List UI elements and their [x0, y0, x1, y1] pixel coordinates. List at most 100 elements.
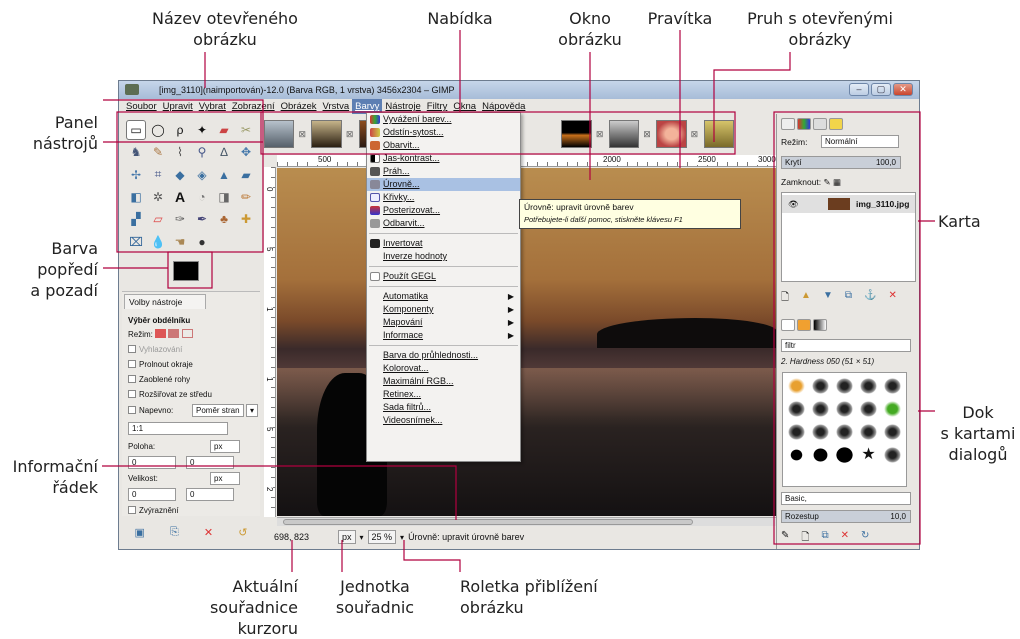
zoom-dropdown-icon[interactable]: ▾: [400, 533, 404, 542]
menu-item[interactable]: Maximální RGB...: [367, 375, 520, 388]
menu-item[interactable]: Odbarvit...: [367, 217, 520, 230]
ink-icon[interactable]: ✒: [192, 209, 212, 229]
unit-dropdown-icon[interactable]: ▾: [360, 533, 364, 542]
lower-layer-icon[interactable]: ▼: [823, 290, 833, 307]
foreground-select-icon[interactable]: ♞: [126, 142, 146, 162]
rect-select-icon[interactable]: ▭: [126, 120, 146, 140]
pencil-icon[interactable]: ✏: [236, 187, 256, 207]
submenu-item[interactable]: Komponenty ▶: [367, 303, 520, 316]
brush-swatch[interactable]: [884, 447, 901, 463]
align-icon[interactable]: ✢: [126, 165, 146, 185]
brush-filter-input[interactable]: filtr: [781, 339, 911, 352]
delete-options-icon[interactable]: ✕: [204, 526, 213, 539]
shear-icon[interactable]: ▲: [214, 165, 234, 185]
menu-item[interactable]: Barva do průhlednosti...: [367, 349, 520, 362]
close-thumb-icon[interactable]: ⊠: [596, 129, 605, 140]
gradients-tab-icon[interactable]: [813, 319, 827, 331]
zoom-icon[interactable]: ⚲: [192, 142, 212, 162]
menu-item[interactable]: Práh...: [367, 165, 520, 178]
image-thumb[interactable]: [311, 120, 342, 148]
menu-item[interactable]: Retinex...: [367, 388, 520, 401]
fixed-select[interactable]: Poměr stran: [192, 404, 244, 417]
image-thumb[interactable]: [703, 120, 734, 148]
brush-swatch[interactable]: [860, 378, 877, 394]
perspective-icon[interactable]: ▰: [236, 165, 256, 185]
horizontal-scrollbar[interactable]: [277, 517, 777, 526]
visibility-eye-icon[interactable]: 👁: [788, 195, 799, 213]
smudge-icon[interactable]: ☚: [170, 232, 190, 252]
zoom-select[interactable]: 25 %: [367, 530, 397, 544]
brush-swatch[interactable]: [836, 424, 853, 440]
lock-pixels-icon[interactable]: ✎: [824, 177, 831, 187]
mode-subtract-icon[interactable]: [181, 329, 193, 338]
rotate-icon[interactable]: ◆: [170, 165, 190, 185]
scissors-icon[interactable]: ✂: [236, 120, 256, 140]
rounded-checkbox[interactable]: [128, 375, 136, 383]
fixed-dropdown-icon[interactable]: ▾: [246, 404, 258, 417]
menu-item[interactable]: Odstín-sytost...: [367, 126, 520, 139]
submenu-item[interactable]: Informace ▶: [367, 329, 520, 342]
perspective-clone-icon[interactable]: ⌧: [126, 232, 146, 252]
dodge-burn-icon[interactable]: ●: [192, 232, 212, 252]
brush-swatch[interactable]: [788, 447, 805, 463]
duplicate-brush-icon[interactable]: ⧉: [821, 530, 828, 547]
channels-tab-icon[interactable]: [797, 118, 811, 130]
position-x-input[interactable]: 0: [128, 456, 176, 469]
brush-swatch[interactable]: [836, 447, 853, 463]
scroll-thumb[interactable]: [283, 519, 693, 525]
paintbrush-icon[interactable]: ▞: [126, 209, 146, 229]
lasso-icon[interactable]: ρ: [170, 120, 190, 140]
delete-brush-icon[interactable]: ✕: [841, 530, 849, 547]
clone-icon[interactable]: ♣: [214, 209, 234, 229]
close-thumb-icon[interactable]: ⊠: [346, 129, 355, 140]
new-brush-icon[interactable]: 🗋: [801, 530, 809, 547]
new-layer-icon[interactable]: 🗋: [781, 290, 789, 307]
close-thumb-icon[interactable]: ⊠: [298, 129, 307, 140]
menu-file[interactable]: Soubor: [123, 99, 160, 114]
menu-item[interactable]: Jas-kontrast...: [367, 152, 520, 165]
color-picker-icon[interactable]: ⌇: [170, 142, 190, 162]
move-icon[interactable]: ✥: [236, 142, 256, 162]
image-thumb[interactable]: [561, 120, 592, 148]
layer-mode-select[interactable]: Normální: [821, 135, 899, 148]
brush-tag-input[interactable]: Basic,: [781, 492, 911, 505]
text-icon[interactable]: A: [170, 187, 190, 207]
position-y-input[interactable]: 0: [186, 456, 234, 469]
lock-alpha-icon[interactable]: ▦: [833, 177, 841, 187]
edit-brush-icon[interactable]: ✎: [781, 530, 789, 547]
layer-name[interactable]: img_3110.jpg: [856, 195, 909, 213]
unit-select[interactable]: px: [338, 530, 356, 544]
expand-checkbox[interactable]: [128, 390, 136, 398]
brush-swatch[interactable]: [788, 424, 805, 440]
menu-layer[interactable]: Vrstva: [320, 99, 353, 114]
menu-item[interactable]: Kolorovat...: [367, 362, 520, 375]
brush-swatch[interactable]: [812, 447, 829, 463]
image-thumb[interactable]: [264, 120, 295, 148]
tab-tool-options[interactable]: Volby nástroje: [124, 294, 206, 309]
size-unit-select[interactable]: px: [210, 472, 240, 485]
fg-bg-colors[interactable]: [169, 259, 209, 293]
restore-options-icon[interactable]: ⎘: [170, 526, 179, 539]
delete-layer-icon[interactable]: ✕: [888, 290, 896, 307]
paths-tab-icon[interactable]: [813, 118, 827, 130]
menu-item[interactable]: Použít GEGL: [367, 270, 520, 283]
foreground-color[interactable]: [173, 261, 199, 281]
brush-swatch[interactable]: [788, 378, 805, 394]
layer-row[interactable]: 👁 img_3110.jpg: [782, 195, 915, 213]
brush-swatch[interactable]: [884, 401, 901, 417]
menu-item[interactable]: Obarvit...: [367, 139, 520, 152]
menu-item[interactable]: Invertovat: [367, 237, 520, 250]
brush-swatch[interactable]: [860, 424, 877, 440]
size-y-input[interactable]: 0: [186, 488, 234, 501]
measure-icon[interactable]: ∆: [214, 142, 234, 162]
menu-item-levels[interactable]: Úrovně...: [367, 178, 520, 191]
blur-icon[interactable]: 💧: [148, 232, 168, 252]
brush-swatch[interactable]: [836, 401, 853, 417]
cage-icon[interactable]: ✲: [148, 187, 168, 207]
mode-replace-icon[interactable]: [155, 329, 167, 338]
maximize-button[interactable]: ▢: [871, 83, 891, 96]
menu-item[interactable]: Inverze hodnoty: [367, 250, 520, 263]
brush-swatch[interactable]: [860, 401, 877, 417]
bucket-fill-icon[interactable]: ◔: [192, 187, 212, 207]
refresh-brushes-icon[interactable]: ↻: [861, 530, 869, 547]
